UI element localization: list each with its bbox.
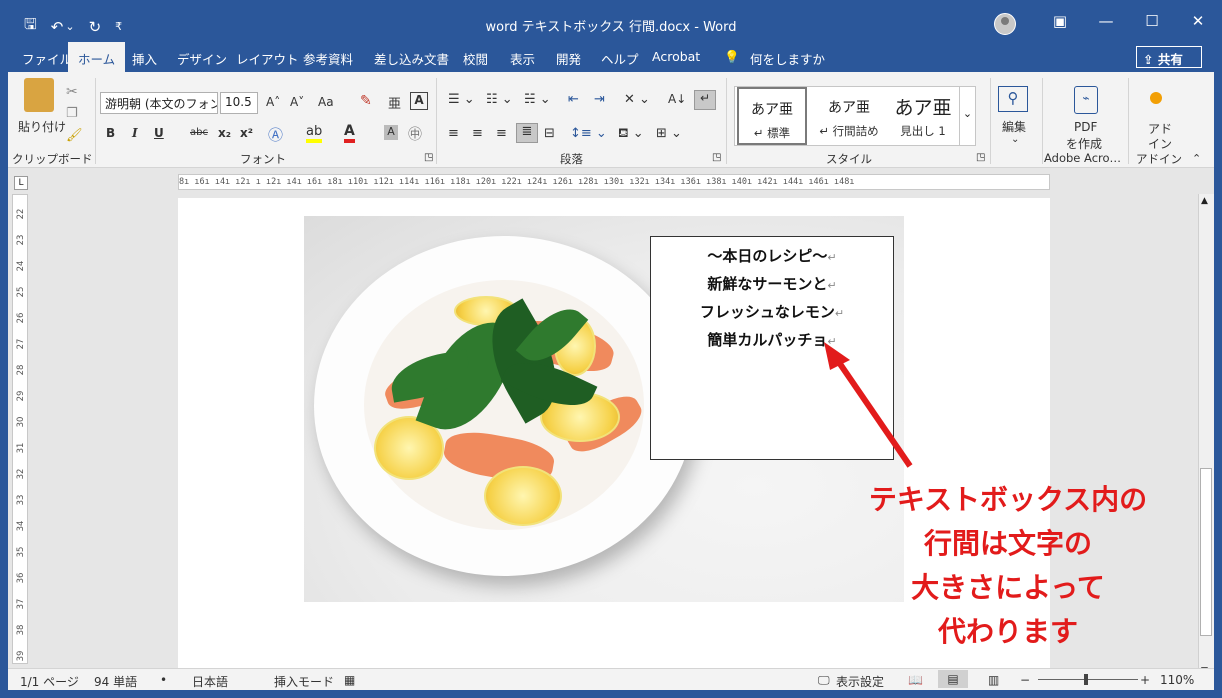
arrow-shaft bbox=[833, 356, 913, 468]
zoom-out-button[interactable]: − bbox=[1020, 673, 1030, 687]
annotation-text: テキストボックス内の 行間は文字の 大きさによって 代わります bbox=[828, 478, 1188, 654]
annotation-line: 代わります bbox=[937, 615, 1078, 648]
insert-mode[interactable]: 挿入モード bbox=[274, 673, 334, 690]
annotation-line: 大きさによって bbox=[911, 571, 1105, 604]
print-layout-icon[interactable]: ▤ bbox=[938, 670, 968, 688]
status-bar: 1/1 ページ 94 単語 • 日本語 挿入モード ▦ 🖵 表示設定 📖 ▤ ▥… bbox=[8, 668, 1214, 690]
word-count[interactable]: 94 単語 bbox=[94, 673, 137, 690]
zoom-level[interactable]: 110% bbox=[1160, 673, 1194, 687]
scrollbar-thumb[interactable] bbox=[1200, 468, 1212, 636]
display-settings-icon[interactable]: 🖵 bbox=[818, 673, 830, 688]
web-layout-icon[interactable]: ▥ bbox=[988, 673, 999, 687]
scroll-up-icon[interactable]: ▲ bbox=[1201, 196, 1208, 206]
annotation-line: テキストボックス内の bbox=[868, 483, 1148, 516]
annotation-line: 行間は文字の bbox=[923, 527, 1092, 560]
read-mode-icon[interactable]: 📖 bbox=[908, 673, 923, 687]
page-count[interactable]: 1/1 ページ bbox=[20, 673, 79, 690]
zoom-slider-thumb[interactable] bbox=[1084, 674, 1088, 685]
zoom-in-button[interactable]: + bbox=[1140, 673, 1150, 687]
word-window: 🖫 ↶ ⌄ ↻ ₹ word テキストボックス 行間.docx - Word ▣… bbox=[8, 8, 1214, 690]
macro-record-icon[interactable]: ▦ bbox=[344, 673, 355, 687]
zoom-slider[interactable] bbox=[1038, 679, 1138, 680]
arrow-head bbox=[824, 342, 850, 370]
display-settings[interactable]: 表示設定 bbox=[836, 673, 884, 690]
proofing-icon[interactable]: • bbox=[160, 673, 167, 687]
language[interactable]: 日本語 bbox=[192, 673, 228, 690]
